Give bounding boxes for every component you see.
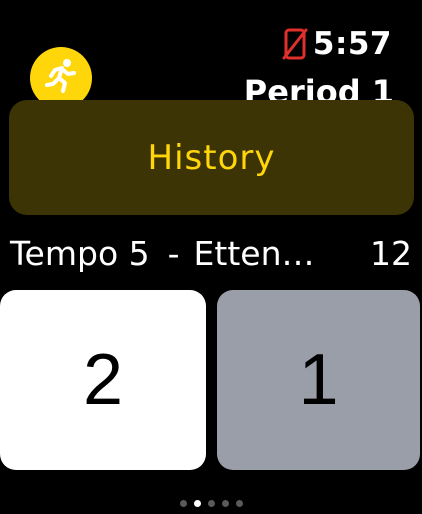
home-team-name: Tempo 5 — [10, 233, 150, 273]
match-minute: 12 — [370, 233, 412, 273]
home-score-card[interactable]: 2 — [0, 290, 206, 470]
phone-disconnected-icon — [281, 27, 309, 61]
page-dot — [235, 500, 243, 507]
page-indicator — [0, 500, 422, 507]
page-dot — [221, 500, 229, 507]
status-bar: 5:57 — [281, 24, 392, 64]
team-separator: - — [167, 233, 180, 273]
match-summary: Tempo 5 - Etten… 12 — [10, 228, 412, 278]
history-button[interactable]: History — [9, 100, 414, 215]
page-dot — [179, 500, 187, 507]
page-dot — [207, 500, 215, 507]
clock: 5:57 — [312, 26, 392, 62]
page-dot — [193, 500, 201, 507]
away-team-name: Etten… — [193, 233, 315, 273]
running-figure-icon — [41, 56, 81, 100]
away-score-card[interactable]: 1 — [217, 290, 420, 470]
